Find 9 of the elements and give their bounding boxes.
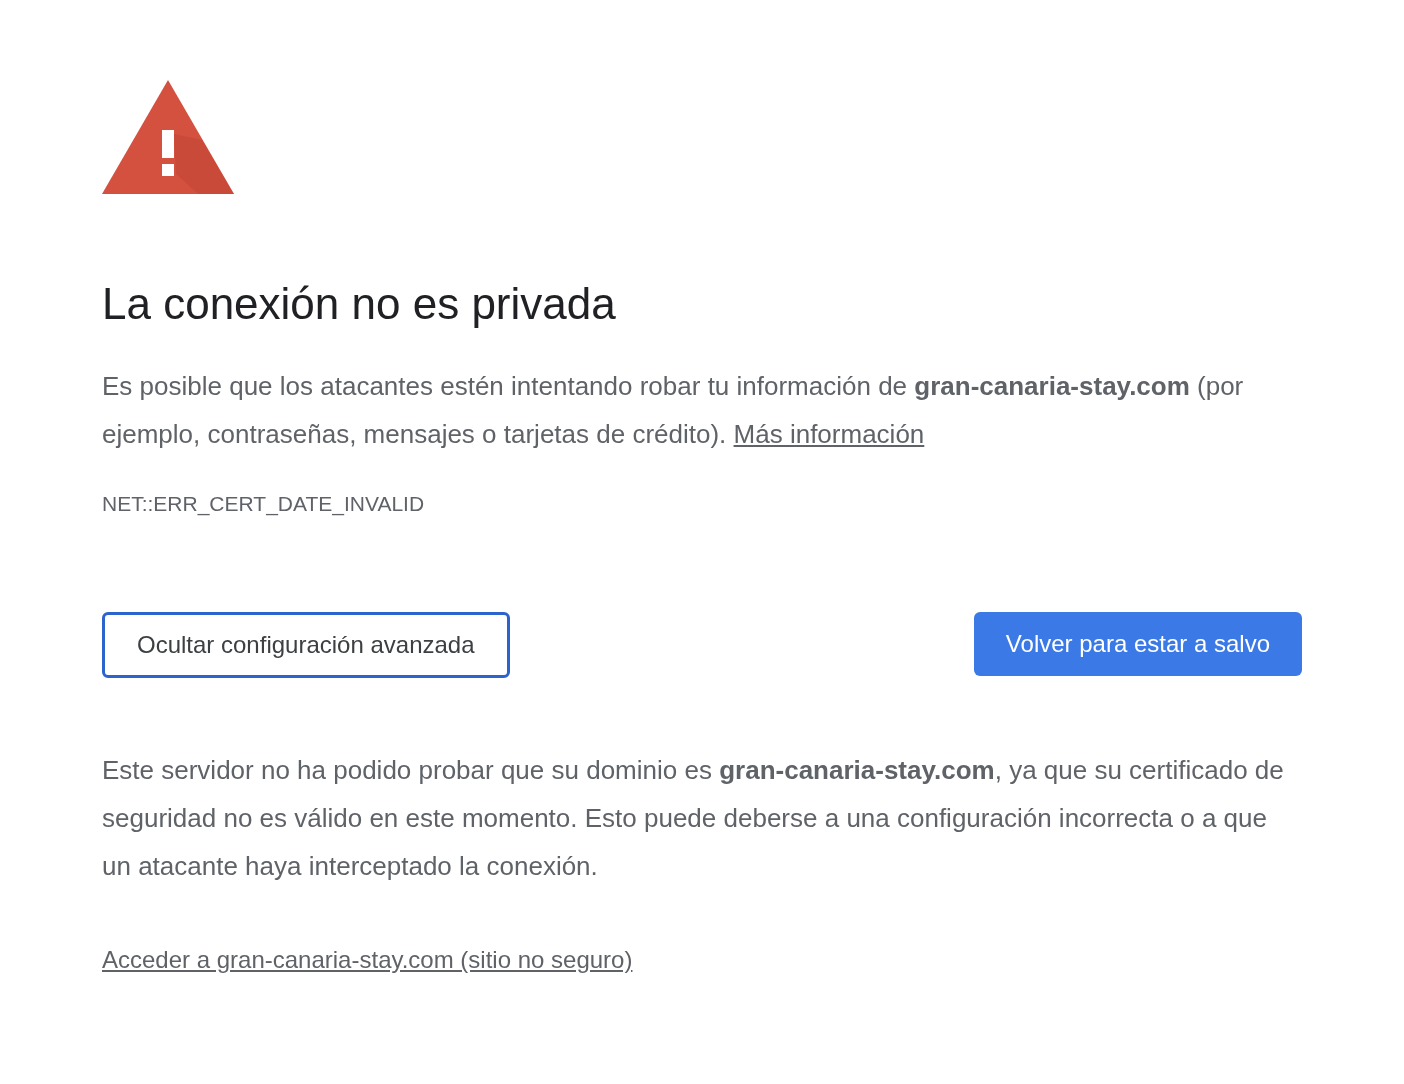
- warning-icon: [102, 80, 234, 194]
- more-info-link[interactable]: Más información: [733, 419, 925, 449]
- back-to-safety-button[interactable]: Volver para estar a salvo: [973, 612, 1302, 676]
- details-message: Este servidor no ha podido probar que su dominio es gran-canaria-stay.com, ya que su certificado de seguridad no es válido en este momento. Esto puede deberse a una configuración incorrecta o a que un atacante haya interceptado la conexión.: [102, 754, 1285, 883]
- hide-advanced-button[interactable]: Ocultar configuración avanzada: [102, 612, 510, 678]
- proceed-link[interactable]: Acceder a gran-canaria-stay.com (sitio no seguro): [102, 946, 633, 974]
- error-code: NET::ERR_CERT_DATE_INVALID: [102, 492, 426, 516]
- page-title: La conexión no es privada: [102, 278, 617, 330]
- warning-message: Es posible que los atacantes estén intentando robar tu información de gran-canaria-stay.com (por ejemplo, contraseñas, mensajes o tarjetas de crédito). Más información: [102, 370, 1245, 451]
